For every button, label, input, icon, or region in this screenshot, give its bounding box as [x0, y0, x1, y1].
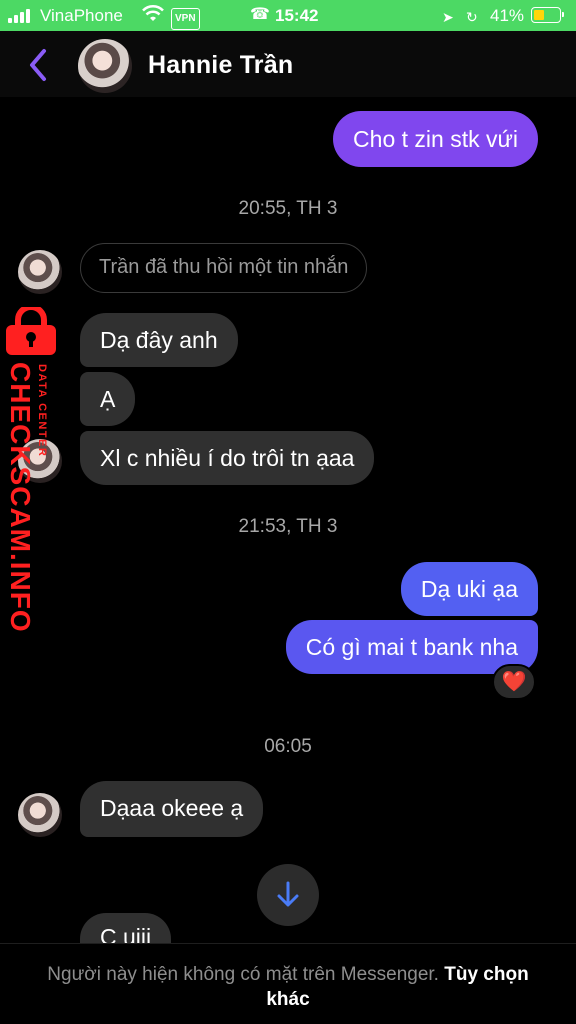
chat-header: Hannie Trần	[0, 31, 576, 97]
vpn-badge: VPN	[171, 8, 200, 30]
sender-avatar	[18, 793, 62, 837]
unsent-message-notice: Trần đã thu hồi một tin nhắn	[80, 243, 368, 293]
phone-call-icon: ☎	[250, 6, 270, 23]
cell-signal-icon	[8, 9, 30, 23]
timestamp: 20:55, TH 3	[238, 198, 338, 219]
scroll-to-bottom-button[interactable]	[257, 864, 319, 926]
incoming-message[interactable]: Dạ đây anh	[80, 313, 238, 367]
incoming-message[interactable]: Xl c nhiều í do trôi tn ạaa	[80, 431, 375, 485]
status-bar: VinaPhone VPN ☎ 15:42 ➤ ↻ 41%	[0, 0, 576, 31]
watermark-subtitle: DATA CENTER	[36, 364, 48, 458]
carrier-name: VinaPhone	[40, 6, 123, 25]
message-list[interactable]: Cho t zin stk vứi 20:55, TH 3 Trần đã th…	[0, 97, 576, 967]
contact-avatar[interactable]	[78, 39, 132, 93]
unavailable-footer: Người này hiện không có mặt trên Messeng…	[0, 943, 576, 1024]
watermark-text: CHECKSCAM.INFO	[5, 362, 36, 633]
heart-reaction-icon[interactable]: ❤️	[492, 664, 536, 700]
rotation-lock-icon: ↻	[466, 9, 478, 25]
location-arrow-icon: ➤	[442, 9, 454, 25]
clock-time: 15:42	[275, 6, 319, 25]
outgoing-message[interactable]: Dạ uki ạa	[400, 562, 538, 616]
battery-icon	[531, 7, 564, 23]
back-button[interactable]	[22, 45, 54, 85]
unavailable-notice: Người này hiện không có mặt trên Messeng…	[47, 964, 439, 985]
padlock-watermark-icon	[2, 304, 60, 355]
incoming-message[interactable]: Ạ	[80, 372, 136, 426]
wifi-icon	[142, 5, 164, 28]
sender-avatar	[18, 250, 62, 294]
arrow-down-icon	[277, 881, 299, 907]
contact-name[interactable]: Hannie Trần	[148, 51, 293, 80]
incoming-message[interactable]: Dạaa okeee ạ	[80, 781, 264, 837]
chevron-left-icon	[30, 49, 46, 81]
outgoing-message[interactable]: Cho t zin stk vứi	[333, 111, 538, 167]
timestamp: 06:05	[264, 736, 312, 757]
battery-percentage: 41%	[490, 6, 525, 25]
timestamp: 21:53, TH 3	[238, 516, 338, 537]
